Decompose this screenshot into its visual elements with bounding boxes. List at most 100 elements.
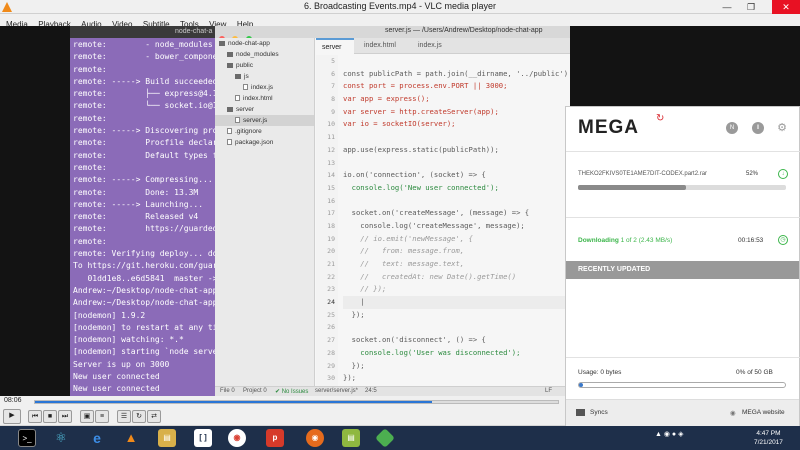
previous-button[interactable]: ⏮ <box>28 410 42 423</box>
code-line: // io.emit('newMessage', { <box>343 233 473 243</box>
tree-item[interactable]: js <box>215 71 314 82</box>
extended-settings-button[interactable]: ≡ <box>95 410 109 423</box>
code-line: }); <box>343 360 365 370</box>
windows-taskbar: >_ ⚛ e ▲ ▤ [ ] ◉ p ◉ ▤ ▲ ◉ ● ◈ 4:47 PM 7… <box>0 426 800 450</box>
line-number: 16 <box>327 196 335 205</box>
postman-app-icon[interactable]: p <box>266 429 284 447</box>
mega-account-icon[interactable]: N <box>726 122 738 134</box>
fullscreen-button[interactable]: ▣ <box>80 410 94 423</box>
system-clock[interactable]: 4:47 PM 7/21/2017 <box>754 429 783 447</box>
code-line: var server = http.createServer(app); <box>343 106 499 116</box>
mega-footer: Syncs ◉ MEGA website <box>566 399 799 426</box>
download-progress-bar <box>578 185 786 190</box>
playlist-button[interactable]: ☰ <box>117 410 131 423</box>
code-line: var app = express(); <box>343 94 430 104</box>
tray-icons[interactable]: ▲ ◉ ● ◈ <box>655 430 683 438</box>
code-line: io.on('connection', (socket) => { <box>343 170 486 180</box>
vlc-title-bar: 6. Broadcasting Events.mp4 - VLC media p… <box>0 0 800 14</box>
status-project[interactable]: Project 0 <box>243 388 267 394</box>
tree-item[interactable]: index.html <box>215 93 314 104</box>
line-number: 26 <box>327 323 335 332</box>
terminal-line: remote: ├── express@4.14 <box>73 89 220 99</box>
terminal-window: node-chat-a remote: - node_modules remote… <box>70 26 220 396</box>
download-percent: 52% <box>746 171 759 177</box>
mega-website-link[interactable]: MEGA website <box>742 409 785 416</box>
clock-time: 4:47 PM <box>756 430 781 437</box>
tree-item[interactable]: package.json <box>215 137 314 148</box>
line-number: 7 <box>331 82 335 91</box>
download-arrow-icon[interactable]: ↓ <box>778 169 788 179</box>
firefox-icon[interactable]: ◉ <box>306 429 324 447</box>
tree-item[interactable]: node-chat-app <box>215 38 314 49</box>
usage-bar <box>578 382 786 388</box>
chrome-icon[interactable]: ◉ <box>228 429 246 447</box>
tree-item-label: .gitignore <box>235 128 262 135</box>
tree-item[interactable]: server.js <box>215 115 314 126</box>
line-number: 9 <box>331 107 335 116</box>
status-file[interactable]: File 0 <box>220 388 235 394</box>
terminal-app-icon[interactable]: >_ <box>18 429 36 447</box>
tree-item[interactable]: index.js <box>215 82 314 93</box>
tree-item[interactable]: server <box>215 104 314 115</box>
close-button[interactable]: ✕ <box>772 0 800 14</box>
line-number: 18 <box>327 221 335 230</box>
vlc-app-icon[interactable]: ▲ <box>122 429 140 447</box>
tree-item[interactable]: public <box>215 60 314 71</box>
download-status: Downloading 1 of 2 (2.43 MB/s) <box>578 237 672 244</box>
status-issues[interactable]: ✔ No Issues <box>275 388 308 395</box>
brackets-app-icon[interactable]: [ ] <box>194 429 212 447</box>
status-cursor[interactable]: 24:5 <box>365 388 377 394</box>
mega-pause-icon[interactable]: ‖ <box>752 122 764 134</box>
status-encoding[interactable]: LF <box>545 388 552 394</box>
terminal-line: remote: https://guarded- <box>73 224 220 234</box>
tab-index-html[interactable]: index.html <box>360 38 410 54</box>
tab-server[interactable]: server <box>316 38 354 54</box>
tree-item-label: server <box>236 106 255 113</box>
mega-settings-gear-icon[interactable]: ⚙ <box>776 122 788 134</box>
line-number: 30 <box>327 374 335 383</box>
atom-window-title: server.js — /Users/Andrew/Desktop/node-c… <box>385 27 543 34</box>
mega-refresh-icon: ↻ <box>656 113 665 124</box>
play-button[interactable]: ▶ <box>3 409 21 424</box>
internet-explorer-icon[interactable]: e <box>88 429 106 447</box>
syncs-button[interactable]: Syncs <box>590 409 608 416</box>
react-app-icon[interactable]: ⚛ <box>52 429 70 447</box>
recently-updated-header: RECENTLY UPDATED <box>566 261 799 279</box>
terminal-line: remote: Procfile declare <box>73 138 220 148</box>
next-button[interactable]: ⏭ <box>58 410 72 423</box>
tree-item[interactable]: .gitignore <box>215 126 314 137</box>
download-filename: THEKO2FKIVS0TE1AME7DIT-CODEX.part2.rar <box>578 171 708 177</box>
atom-editor-window: server.js — /Users/Andrew/Desktop/node-c… <box>215 26 570 396</box>
sourcetree-icon[interactable] <box>375 428 395 448</box>
line-number: 11 <box>327 133 335 142</box>
file-icon <box>235 117 240 124</box>
seek-bar[interactable] <box>34 400 559 404</box>
restore-button[interactable]: ❐ <box>740 0 762 14</box>
line-number: 15 <box>327 183 335 192</box>
terminal-line: [nodemon] starting `node server <box>73 347 220 357</box>
tree-item[interactable]: node_modules <box>215 49 314 60</box>
usage-label: Usage: 0 bytes <box>578 369 622 376</box>
terminal-line: [nodemon] watching: *.* <box>73 335 184 345</box>
shuffle-button[interactable]: ⇄ <box>147 410 161 423</box>
tree-item-label: index.html <box>243 95 273 102</box>
terminal-line: remote: <box>73 162 107 172</box>
desktop: 6. Broadcasting Events.mp4 - VLC media p… <box>0 0 800 450</box>
line-number: 17 <box>327 209 335 218</box>
code-area[interactable]: const publicPath = path.join(__dirname, … <box>343 55 568 386</box>
file-explorer-icon[interactable]: ▤ <box>158 429 176 447</box>
terminal-line: remote: - bower_componen <box>73 52 220 62</box>
stop-button[interactable]: ■ <box>43 410 57 423</box>
tab-index-js[interactable]: index.js <box>414 38 460 54</box>
loop-button[interactable]: ↻ <box>132 410 146 423</box>
minimize-button[interactable]: — <box>716 0 738 14</box>
elapsed-time: 08:06 <box>4 397 22 404</box>
code-line: console.log('createMessage', message); <box>343 220 525 230</box>
tree-item-label: package.json <box>235 139 274 146</box>
app-folder-icon[interactable]: ▤ <box>342 429 360 447</box>
atom-status-bar: File 0 Project 0 ✔ No Issues server/serv… <box>215 386 570 396</box>
folder-icon <box>576 409 585 416</box>
